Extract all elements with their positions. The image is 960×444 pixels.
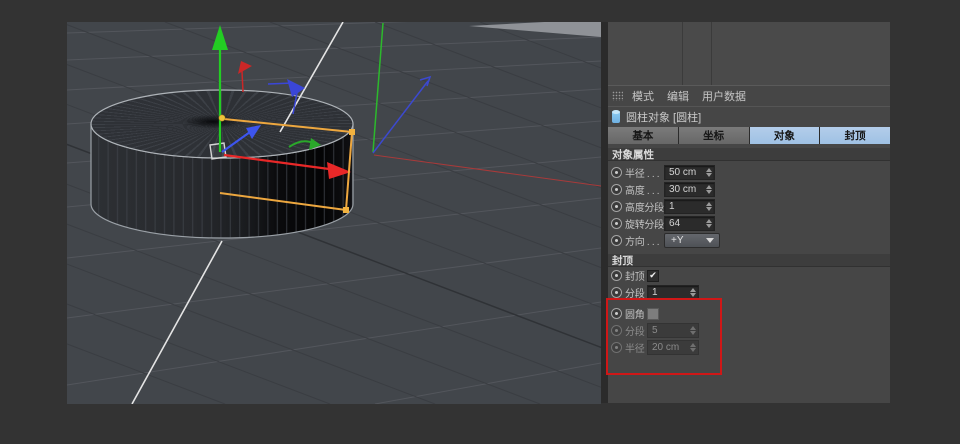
object-title: 圆柱对象 [圆柱] <box>626 112 702 124</box>
param-row-height-segments: 高度分段 1 <box>608 198 890 215</box>
fillet-radius-input: 20 cm <box>647 340 699 355</box>
parameter-radio-icon <box>611 342 622 353</box>
caps-rows: 封顶 ✔ 分段 1 圆角 分段 5 半径 20 cm <box>608 267 890 356</box>
top-center-handle-dot[interactable] <box>218 114 226 122</box>
object-properties-rows: 半径 . . . 50 cm 高度 . . . 30 cm 高度分段 1 旋转分… <box>606 161 890 375</box>
height-segments-input[interactable]: 1 <box>664 199 715 214</box>
section-header-object-properties[interactable]: 对象属性 <box>608 148 890 161</box>
parameter-radio-icon[interactable] <box>611 218 622 229</box>
stepper-arrows-icon[interactable] <box>704 185 713 194</box>
panel-divider <box>682 22 683 85</box>
param-row-fillet-radius: 半径 20 cm <box>608 339 890 356</box>
param-label: 方向 . . . <box>625 237 660 248</box>
param-row-cap-segments: 分段 1 <box>608 284 890 301</box>
menu-item-edit[interactable]: 编辑 <box>665 88 691 104</box>
attribute-tabs: 基本 坐标 对象 封顶 <box>608 127 890 144</box>
param-label: 旋转分段 <box>625 220 664 231</box>
param-label: 高度 . . . <box>625 186 660 197</box>
attribute-manager: 模式 编辑 用户数据 圆柱对象 [圆柱] 基本 坐标 对象 封顶 对象属性 半径… <box>606 22 890 403</box>
param-label: 分段 <box>625 327 645 338</box>
parameter-radio-icon[interactable] <box>611 167 622 178</box>
tab-coordinates[interactable]: 坐标 <box>678 127 749 144</box>
param-row-height: 高度 . . . 30 cm <box>608 181 890 198</box>
param-row-fillet: 圆角 <box>608 305 890 322</box>
parameter-radio-icon[interactable] <box>611 270 622 281</box>
stepper-arrows-icon <box>688 343 697 352</box>
rotation-hints <box>238 61 321 150</box>
parameter-radio-icon[interactable] <box>611 201 622 212</box>
menu-item-mode[interactable]: 模式 <box>630 88 656 104</box>
param-row-fillet-segments: 分段 5 <box>608 322 890 339</box>
height-input[interactable]: 30 cm <box>664 182 715 197</box>
stepper-arrows-icon[interactable] <box>704 168 713 177</box>
param-label: 高度分段 <box>625 203 664 214</box>
stepper-arrows-icon[interactable] <box>688 288 697 297</box>
cylinder-icon <box>612 110 620 123</box>
grip-icon[interactable] <box>612 91 623 101</box>
stepper-arrows-icon[interactable] <box>704 219 713 228</box>
param-row-radius: 半径 . . . 50 cm <box>608 164 890 181</box>
param-row-rotation-segments: 旋转分段 64 <box>608 215 890 232</box>
caps-checkbox[interactable]: ✔ <box>647 269 659 282</box>
param-row-orientation: 方向 . . . +Y <box>608 232 890 249</box>
parameter-radio-icon[interactable] <box>611 235 622 246</box>
param-label: 圆角 <box>625 310 645 321</box>
world-axis <box>372 22 601 187</box>
rotation-hint-y <box>288 140 314 148</box>
gizmo-x-axis-arrow[interactable] <box>223 153 330 171</box>
app-window: 模式 编辑 用户数据 圆柱对象 [圆柱] 基本 坐标 对象 封顶 对象属性 半径… <box>0 0 960 444</box>
parameter-radio-icon[interactable] <box>611 308 622 319</box>
viewport-3d[interactable] <box>67 22 601 404</box>
cap-segments-input[interactable]: 1 <box>647 285 699 300</box>
rotation-segments-input[interactable]: 64 <box>664 216 715 231</box>
param-row-caps: 封顶 ✔ <box>608 267 890 284</box>
parameter-radio-icon <box>611 325 622 336</box>
tab-caps[interactable]: 封顶 <box>820 127 890 144</box>
param-label: 分段 <box>625 289 645 300</box>
attribute-menu-bar: 模式 编辑 用户数据 <box>608 86 890 107</box>
panel-divider <box>711 22 712 85</box>
radius-handle-dot[interactable] <box>349 129 355 135</box>
param-label: 半径 . . . <box>625 169 660 180</box>
section-header-caps[interactable]: 封顶 <box>608 254 890 267</box>
white-guide-line <box>131 22 344 404</box>
param-label: 半径 <box>625 344 645 355</box>
tab-object[interactable]: 对象 <box>749 127 820 144</box>
menu-item-userdata[interactable]: 用户数据 <box>700 88 748 104</box>
height-handle-dot[interactable] <box>343 207 349 213</box>
tab-basic[interactable]: 基本 <box>608 127 678 144</box>
param-label: 封顶 <box>625 272 645 283</box>
move-gizmo <box>209 25 351 179</box>
orientation-dropdown[interactable]: +Y <box>664 233 720 248</box>
chevron-down-icon <box>706 238 714 243</box>
stepper-arrows-icon <box>688 326 697 335</box>
object-header-row[interactable]: 圆柱对象 [圆柱] <box>608 107 890 127</box>
world-axis-x <box>373 154 601 187</box>
rotation-hint-x <box>241 70 244 93</box>
panel-top-empty-area <box>608 22 890 86</box>
gizmo-layer <box>90 22 601 404</box>
fillet-checkbox[interactable] <box>647 307 659 320</box>
fillet-segments-input: 5 <box>647 323 699 338</box>
parameter-radio-icon[interactable] <box>611 184 622 195</box>
world-axis-z <box>372 80 429 154</box>
radius-input[interactable]: 50 cm <box>664 165 715 180</box>
stepper-arrows-icon[interactable] <box>704 202 713 211</box>
parameter-radio-icon[interactable] <box>611 287 622 298</box>
gizmo-z-axis-arrow[interactable] <box>221 131 251 153</box>
world-axis-y <box>372 22 384 153</box>
